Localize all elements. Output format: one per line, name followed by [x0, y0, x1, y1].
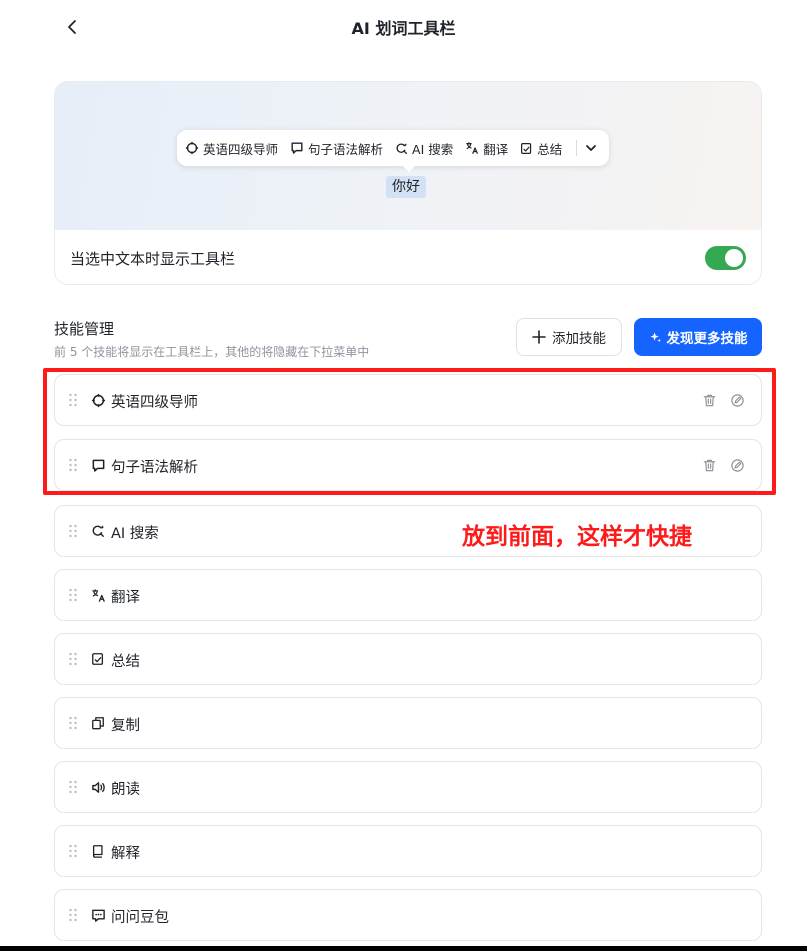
add-skill-button[interactable]: 添加技能 — [516, 318, 622, 356]
edit-skill-button[interactable] — [728, 456, 746, 474]
toolbar-pointer — [402, 165, 416, 172]
ai-search-icon — [396, 142, 408, 154]
drag-handle-icon[interactable] — [68, 652, 78, 666]
skill-row-summary[interactable]: 总结 — [54, 633, 762, 685]
toolbar-item-grammar: 句子语法解析 — [290, 139, 383, 158]
delete-skill-button[interactable] — [700, 456, 718, 474]
chevron-down-icon — [586, 145, 597, 151]
skills-section-description: 前 5 个技能将显示在工具栏上，其他的将隐藏在下拉菜单中 — [54, 345, 370, 359]
skill-label: 复制 — [111, 718, 140, 734]
skill-label: 问问豆包 — [111, 910, 169, 926]
translate-icon — [90, 587, 106, 603]
ai-search-icon — [90, 523, 106, 539]
plus-icon — [532, 330, 546, 344]
header-bar: AI 划词工具栏 — [0, 0, 807, 54]
toolbar-item-english-tutor: 英语四级导师 — [185, 139, 278, 158]
show-toolbar-setting: 当选中文本时显示工具栏 — [55, 230, 761, 284]
toolbar-item-label: 总结 — [537, 141, 563, 157]
skill-row-explain[interactable]: 解释 — [54, 825, 762, 877]
toolbar-item-label: AI 搜索 — [412, 141, 454, 157]
drag-handle-icon[interactable] — [68, 844, 78, 858]
selected-text-sample: 你好 — [386, 176, 426, 198]
drag-handle-icon[interactable] — [68, 393, 78, 407]
copy-icon — [90, 715, 106, 731]
skill-label: 朗读 — [111, 782, 140, 798]
drag-handle-icon[interactable] — [68, 588, 78, 602]
skill-row-copy[interactable]: 复制 — [54, 697, 762, 749]
chat-bubble-icon — [291, 142, 303, 154]
skill-label: AI 搜索 — [111, 526, 159, 542]
drag-handle-icon[interactable] — [68, 458, 78, 472]
add-skill-label: 添加技能 — [552, 331, 606, 347]
skill-row-ask-doubao[interactable]: 问问豆包 — [54, 889, 762, 941]
sparkle-icon — [649, 331, 661, 342]
toolbar-item-translate: 翻译 — [465, 139, 508, 158]
skill-row-grammar[interactable]: 句子语法解析 — [54, 439, 762, 491]
edit-icon — [730, 458, 744, 472]
toolbar-item-label: 句子语法解析 — [308, 141, 384, 157]
drag-handle-icon[interactable] — [68, 524, 78, 538]
toggle-knob — [725, 249, 743, 267]
toolbar-divider — [576, 140, 578, 156]
discover-more-skills-button[interactable]: 发现更多技能 — [634, 318, 762, 356]
skill-row-english-tutor[interactable]: 英语四级导师 — [54, 374, 762, 426]
skill-label: 总结 — [111, 654, 140, 670]
show-toolbar-label: 当选中文本时显示工具栏 — [70, 249, 236, 268]
skill-label: 英语四级导师 — [111, 395, 198, 411]
annotation-text: 放到前面，这样才快捷 — [462, 524, 692, 550]
preview-toolbar: 英语四级导师 句子语法解析 AI 搜索 翻译 总结 — [177, 130, 610, 166]
skills-section-title: 技能管理 — [54, 320, 115, 338]
toolbar-item-summary: 总结 — [520, 139, 562, 158]
summary-icon — [90, 651, 106, 667]
trash-icon — [703, 394, 715, 406]
target-icon — [185, 141, 199, 155]
book-icon — [90, 843, 106, 859]
toolbar-item-label: 英语四级导师 — [203, 141, 279, 157]
page-title: AI 划词工具栏 — [351, 19, 456, 38]
preview-card: 英语四级导师 句子语法解析 AI 搜索 翻译 总结 你好 当选中文本时显示工具栏 — [54, 81, 762, 285]
skill-row-translate[interactable]: 翻译 — [54, 569, 762, 621]
edit-skill-button[interactable] — [728, 391, 746, 409]
show-toolbar-toggle[interactable] — [705, 246, 746, 270]
preview-area: 英语四级导师 句子语法解析 AI 搜索 翻译 总结 你好 — [55, 82, 761, 230]
discover-more-label: 发现更多技能 — [666, 331, 748, 347]
drag-handle-icon[interactable] — [68, 780, 78, 794]
chat-bubble-icon — [90, 457, 106, 473]
speaker-icon — [90, 779, 106, 795]
skill-label: 解释 — [111, 846, 140, 862]
edit-icon — [730, 393, 744, 407]
drag-handle-icon[interactable] — [68, 716, 78, 730]
toolbar-item-ai-search: AI 搜索 — [395, 139, 453, 158]
translate-icon — [466, 142, 479, 154]
skill-label: 翻译 — [111, 590, 140, 606]
skill-label: 句子语法解析 — [111, 460, 198, 476]
skill-row-read-aloud[interactable]: 朗读 — [54, 761, 762, 813]
summary-icon — [521, 142, 532, 154]
message-icon — [90, 907, 106, 923]
drag-handle-icon[interactable] — [68, 908, 78, 922]
bottom-edge — [0, 946, 807, 951]
delete-skill-button[interactable] — [700, 391, 718, 409]
target-icon — [90, 392, 106, 408]
trash-icon — [703, 459, 715, 471]
toolbar-item-label: 翻译 — [483, 141, 509, 157]
toolbar-more-button — [581, 138, 601, 158]
